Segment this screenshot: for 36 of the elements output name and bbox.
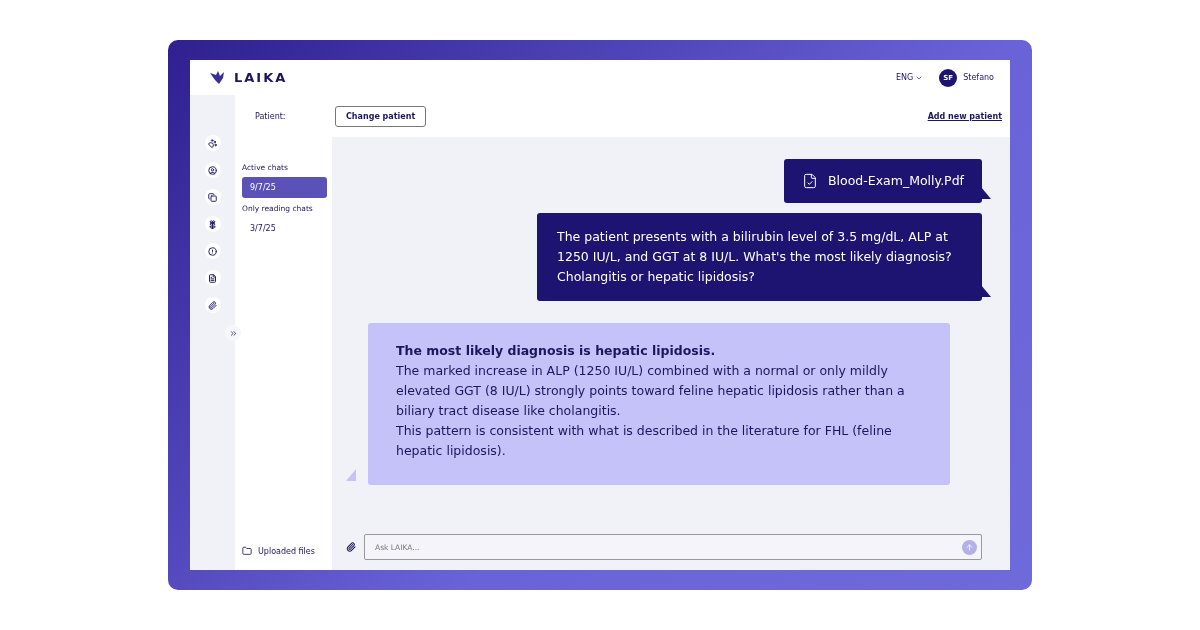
expand-button[interactable] [225,325,241,341]
logo-text: LAIKA [234,70,288,85]
document-icon [802,173,818,189]
folder-icon [242,546,252,556]
copy-button[interactable] [204,189,221,205]
file-button[interactable] [204,270,221,286]
assistant-message-text: This pattern is consistent with what is described in the literature for FHL (feline hepatic lipidosis). [396,422,893,460]
bubble-tail [981,187,991,199]
file-icon [208,273,217,283]
change-patient-button[interactable]: Change patient [335,105,427,127]
arrow-up-icon [965,542,974,552]
assistant-message-text: The most likely diagnosis is hepatic lipidosis. [396,342,717,360]
alert-button[interactable] [204,243,221,259]
chevrons-right-icon [228,328,238,338]
file-name: Blood-Exam_Molly.Pdf [828,172,964,190]
alert-icon [208,246,217,256]
bubble-tail [981,285,991,297]
paperclip-button[interactable] [204,297,221,313]
paw-button[interactable] [204,135,221,151]
chat-item[interactable]: 9/7/25 [242,177,327,198]
language-selector[interactable]: ENG [895,73,924,82]
chat-item[interactable]: 3/7/25 [242,218,327,239]
user-name: Stefano [963,73,994,82]
paw-icon [208,138,217,148]
user-button[interactable] [204,162,221,178]
copy-icon [208,192,217,202]
add-new-patient-link[interactable]: Add new patient [927,111,1002,121]
bubble-tail [346,469,356,481]
assistant-message-text: The marked increase in ALP (1250 IU/L) combined with a normal or only mildly elevated GGT (8 IU/L) strongly points toward feline hepatic lipidosis rather than a biliary tract disease like cholangitis. [396,362,906,420]
user-icon [208,165,217,175]
paperclip-icon[interactable] [346,542,356,552]
paperclip-icon [208,300,217,310]
user-message: The patient presents with a bilirubin level of 3.5 mg/dL, ALP at 1250 IU/L, and GGT at 8 IU/L. What's the most likely diagnosis? Cholangitis or hepatic lipidosis? [537,213,982,301]
uploaded-files-button[interactable]: Uploaded files [242,546,327,556]
file-message-bubble[interactable]: Blood-Exam_Molly.Pdf [784,159,982,203]
patient-label: Patient: [255,111,287,121]
